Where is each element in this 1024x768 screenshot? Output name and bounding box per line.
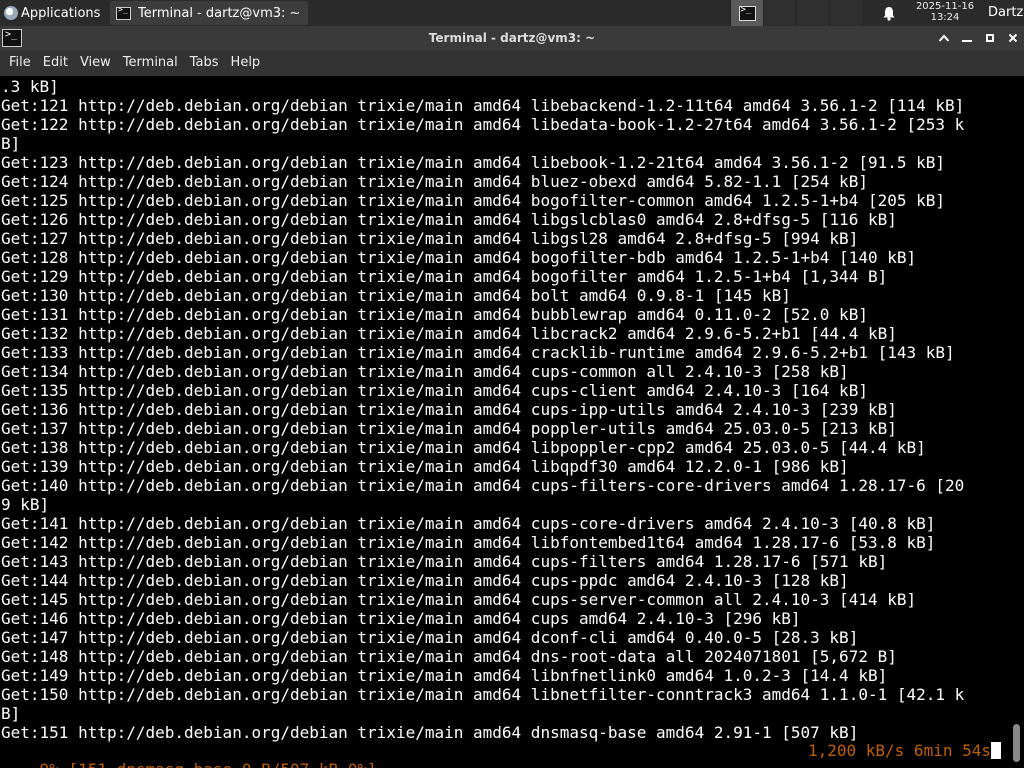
close-button[interactable] [1004,29,1022,47]
terminal-line: Get:144 http://deb.debian.org/debian tri… [1,571,849,590]
terminal-line: Get:138 http://deb.debian.org/debian tri… [1,438,926,457]
applications-label: Applications [21,5,101,21]
progress-status-left: 9% [151 dnsmasq-base 0 B/507 kB 0%] [40,760,377,768]
window-titlebar[interactable]: Terminal - dartz@vm3: ~ [0,26,1024,50]
terminal-line: Get:122 http://deb.debian.org/debian tri… [1,115,965,134]
workspace-4[interactable] [829,0,862,26]
menu-tabs[interactable]: Tabs [184,50,225,76]
terminal-line: 9 kB] [1,495,50,514]
scrollbar-thumb[interactable] [1013,724,1020,762]
terminal-line: Get:148 http://deb.debian.org/debian tri… [1,647,897,666]
top-panel: Applications Terminal - dartz@vm3: ~ 202… [0,0,1024,26]
menu-help[interactable]: Help [225,50,267,76]
terminal-line: Get:149 http://deb.debian.org/debian tri… [1,666,888,685]
terminal-line: Get:150 http://deb.debian.org/debian tri… [1,685,965,704]
terminal-icon [738,5,756,21]
terminal-line: Get:133 http://deb.debian.org/debian tri… [1,343,955,362]
menu-bar: File Edit View Terminal Tabs Help [0,50,1024,76]
shade-button[interactable] [935,29,953,47]
terminal-line: Get:131 http://deb.debian.org/debian tri… [1,305,868,324]
terminal-line: Get:134 http://deb.debian.org/debian tri… [1,362,849,381]
terminal-line: Get:129 http://deb.debian.org/debian tri… [1,267,888,286]
progress-status-line: 9% [151 dnsmasq-base 0 B/507 kB 0%] 1,20… [1,741,1001,768]
terminal-line: B] [1,134,21,153]
terminal-line: Get:151 http://deb.debian.org/debian tri… [1,723,859,742]
applications-icon [4,6,18,20]
terminal-line: Get:121 http://deb.debian.org/debian tri… [1,96,965,115]
terminal-line: Get:145 http://deb.debian.org/debian tri… [1,590,917,609]
menu-edit[interactable]: Edit [37,50,74,76]
workspace-switcher [730,0,862,26]
maximize-icon [986,34,994,42]
terminal-line: Get:130 http://deb.debian.org/debian tri… [1,286,791,305]
progress-speed-eta: 1,200 kB/s 6min 54s [807,741,991,760]
user-menu[interactable]: Dartz [988,0,1023,26]
clock-date: 2025-11-16 [915,1,975,12]
terminal-cursor [991,742,1001,759]
taskbar-terminal-label: Terminal - dartz@vm3: ~ [138,5,301,21]
terminal-line: Get:139 http://deb.debian.org/debian tri… [1,457,849,476]
terminal-line: Get:140 http://deb.debian.org/debian tri… [1,476,965,495]
terminal-line: Get:124 http://deb.debian.org/debian tri… [1,172,868,191]
bell-icon [883,6,895,21]
taskbar-terminal-button[interactable]: Terminal - dartz@vm3: ~ [110,1,308,25]
terminal-line: Get:123 http://deb.debian.org/debian tri… [1,153,946,172]
clock-time: 13:24 [930,12,960,23]
workspace-1[interactable] [730,0,763,26]
terminal-line: Get:132 http://deb.debian.org/debian tri… [1,324,897,343]
menu-file[interactable]: File [3,50,37,76]
terminal-line: Get:143 http://deb.debian.org/debian tri… [1,552,888,571]
terminal-line: Get:147 http://deb.debian.org/debian tri… [1,628,859,647]
workspace-3[interactable] [796,0,829,26]
terminal-lines: .3 kB] Get:121 http://deb.debian.org/debi… [1,77,964,742]
menu-terminal[interactable]: Terminal [117,50,184,76]
progress-status-right: 1,200 kB/s 6min 54s [808,741,1001,760]
menu-view[interactable]: View [74,50,117,76]
terminal-line: Get:128 http://deb.debian.org/debian tri… [1,248,917,267]
terminal-line: Get:146 http://deb.debian.org/debian tri… [1,609,801,628]
terminal-output[interactable]: .3 kB] Get:121 http://deb.debian.org/debi… [0,76,1008,768]
terminal-line: Get:137 http://deb.debian.org/debian tri… [1,419,897,438]
terminal-line: Get:135 http://deb.debian.org/debian tri… [1,381,868,400]
close-icon [1008,33,1018,43]
terminal-icon [116,5,131,20]
terminal-line: Get:126 http://deb.debian.org/debian tri… [1,210,897,229]
minimize-icon [962,40,972,42]
terminal-line: .3 kB] [1,77,59,96]
terminal-line: Get:141 http://deb.debian.org/debian tri… [1,514,936,533]
terminal-line: Get:125 http://deb.debian.org/debian tri… [1,191,946,210]
clock[interactable]: 2025-11-16 13:24 [906,1,984,23]
terminal-scrollbar[interactable] [1008,76,1024,768]
workspace-2[interactable] [763,0,796,26]
terminal-line: B] [1,704,21,723]
chevron-up-icon [938,34,950,42]
maximize-button[interactable] [981,29,999,47]
minimize-button[interactable] [958,29,976,47]
applications-menu-button[interactable]: Applications [0,0,108,26]
terminal-line: Get:142 http://deb.debian.org/debian tri… [1,533,936,552]
window-title: Terminal - dartz@vm3: ~ [428,31,596,45]
terminal-line: Get:127 http://deb.debian.org/debian tri… [1,229,859,248]
terminal-line: Get:136 http://deb.debian.org/debian tri… [1,400,897,419]
notifications-button[interactable] [880,4,898,22]
